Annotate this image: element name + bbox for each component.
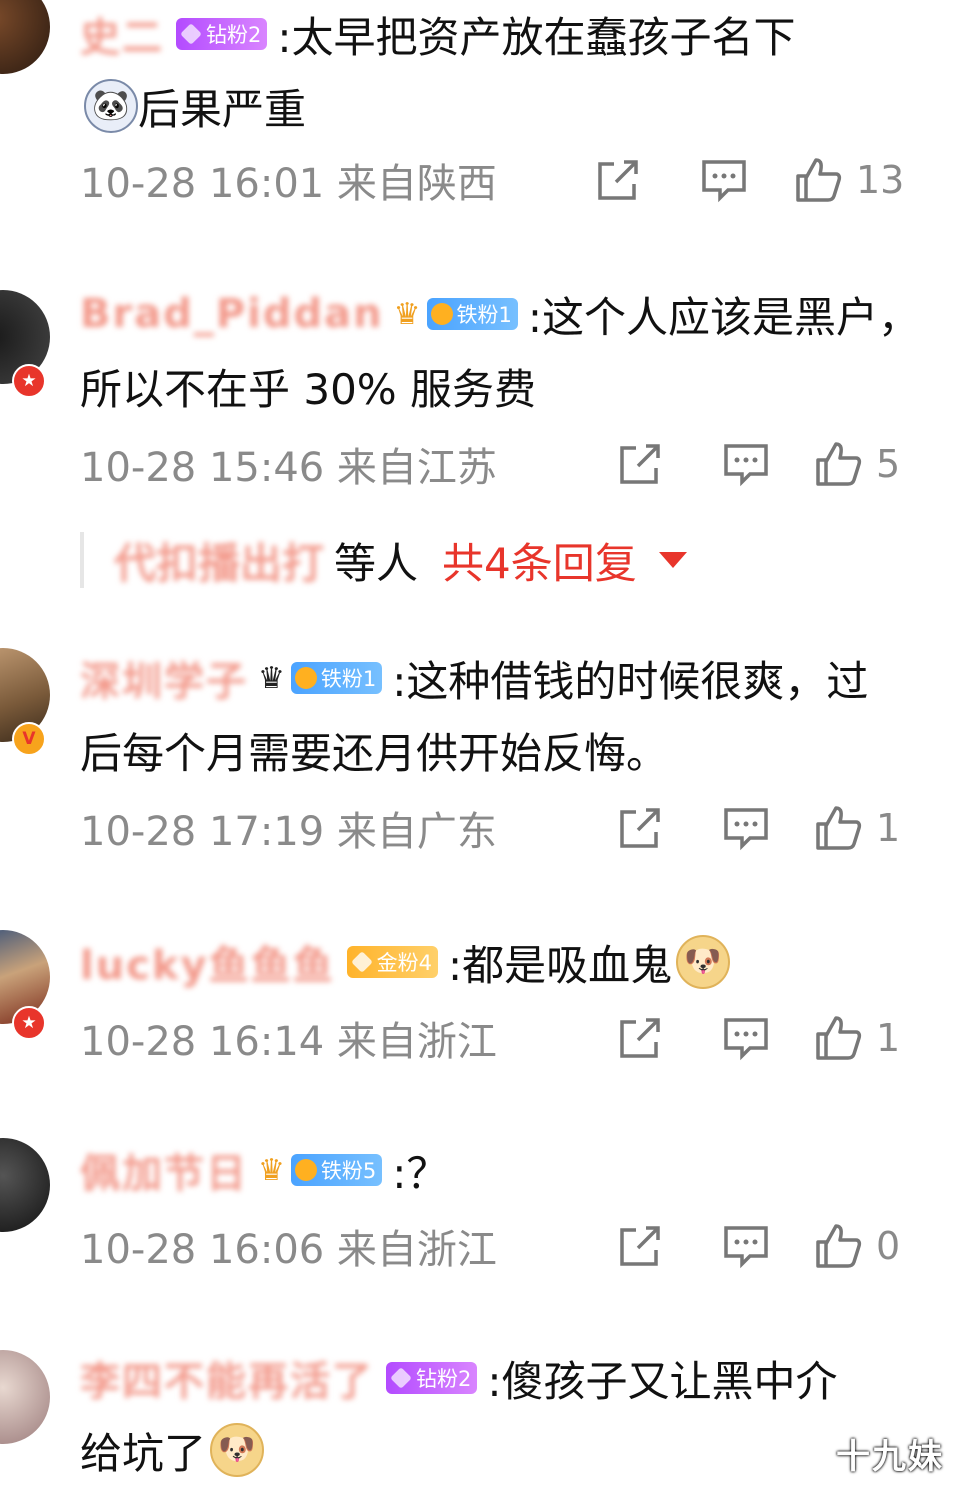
crown-icon: ♛ — [258, 1152, 285, 1188]
like-count: 0 — [876, 1224, 901, 1268]
comment-meta: 10-28 16:06 来自浙江 — [80, 1227, 497, 1273]
share-button[interactable] — [616, 436, 664, 492]
like-button[interactable]: 1 — [814, 800, 900, 856]
replies-expander[interactable]: 代扣播出打 等人 共4条回复 — [80, 528, 687, 592]
comment-meta: 10-28 16:01 来自陕西 — [80, 161, 497, 207]
like-count: 13 — [856, 158, 905, 202]
like-button[interactable]: 0 — [814, 1218, 900, 1274]
like-count: 5 — [876, 442, 901, 486]
fan-badge[interactable]: 钻粉2 — [386, 1362, 478, 1394]
share-icon — [620, 444, 660, 484]
share-icon — [598, 160, 638, 200]
crown-icon: ♛ — [258, 660, 285, 696]
panda-emoji-icon: 🐼 — [84, 79, 138, 133]
diamond-icon — [390, 1367, 412, 1389]
like-count: 1 — [876, 806, 901, 850]
comment-button[interactable] — [722, 436, 770, 492]
diamond-icon — [180, 23, 202, 45]
avatar[interactable] — [0, 1138, 50, 1232]
username[interactable]: 史二 — [80, 5, 164, 63]
comment-button[interactable] — [722, 800, 770, 856]
comment-button[interactable] — [722, 1218, 770, 1274]
comment-text: :？ — [392, 1148, 449, 1198]
comment-text: :都是吸血鬼 — [447, 940, 673, 990]
gold-fan-icon — [350, 951, 373, 973]
fan-badge[interactable]: 铁粉5 — [290, 1154, 383, 1186]
share-button[interactable] — [616, 1218, 664, 1274]
share-icon — [620, 1018, 660, 1058]
reply-count-link[interactable]: 共4条回复 — [442, 530, 637, 591]
avatar[interactable] — [0, 1350, 50, 1444]
share-icon — [620, 808, 660, 848]
username[interactable]: lucky鱼鱼鱼 — [80, 933, 335, 991]
comment-text-cont: 后果严重 — [138, 84, 307, 134]
comment-meta: 10-28 17:19 来自广东 — [80, 809, 497, 855]
comment-meta: 10-28 15:46 来自江苏 — [80, 445, 497, 491]
like-button[interactable]: 13 — [794, 152, 904, 208]
comment-text: :这种借钱的时候很爽，过 — [392, 656, 869, 706]
comment-icon — [724, 1018, 768, 1061]
fan-badge[interactable]: 金粉4 — [346, 946, 438, 978]
like-count: 1 — [876, 1016, 901, 1060]
caret-down-icon — [658, 552, 687, 568]
fan-badge[interactable]: 铁粉1 — [426, 298, 518, 330]
doge-emoji-icon: 🐶 — [210, 1423, 265, 1477]
comment-text-cont: 后每个月需要还月供开始反悔。 — [80, 728, 669, 778]
share-button[interactable] — [616, 1010, 664, 1066]
crown-icon: ♛ — [393, 296, 421, 332]
watermark: 十九妹 — [836, 1437, 944, 1477]
thumbs-up-icon — [816, 806, 862, 850]
username[interactable]: 深圳学子 — [80, 649, 248, 707]
username[interactable]: 李四不能再活了 — [80, 1349, 374, 1407]
comment-text-cont: 给坑了 — [80, 1428, 207, 1478]
share-icon — [620, 1226, 660, 1266]
avatar[interactable] — [0, 0, 50, 74]
comment-icon — [724, 444, 768, 487]
comment-icon — [724, 808, 768, 851]
comment-text: :太早把资产放在蠢孩子名下 — [277, 12, 796, 62]
verified-badge-icon: ★ — [12, 364, 46, 398]
thumbs-up-icon — [796, 158, 842, 202]
share-button[interactable] — [594, 152, 642, 208]
comment-text-cont: 所以不在乎 30% 服务费 — [80, 364, 537, 414]
like-button[interactable]: 5 — [814, 436, 900, 492]
verified-badge-icon: ★ — [12, 1006, 46, 1040]
fan-badge[interactable]: 钻粉2 — [176, 18, 268, 50]
reply-username[interactable]: 代扣播出打 — [114, 530, 324, 591]
thumbs-up-icon — [816, 442, 862, 486]
doge-emoji-icon: 🐶 — [676, 935, 731, 989]
iron-fan-icon — [430, 303, 453, 325]
comment-button[interactable] — [722, 1010, 770, 1066]
comment-text: :这个人应该是黑户， — [527, 292, 921, 342]
comment-icon — [702, 160, 746, 203]
reply-etc: 等人 — [334, 538, 419, 588]
thumbs-up-icon — [816, 1224, 862, 1268]
iron-fan-icon — [294, 667, 317, 689]
username[interactable]: 佩加节日 — [80, 1141, 248, 1199]
fan-badge[interactable]: 铁粉1 — [290, 662, 383, 694]
comment-button[interactable] — [700, 152, 748, 208]
share-button[interactable] — [616, 800, 664, 856]
comment-icon — [724, 1226, 768, 1269]
verified-v-badge-icon: V — [12, 722, 46, 756]
iron-fan-icon — [294, 1159, 317, 1181]
comment-meta: 10-28 16:14 来自浙江 — [80, 1019, 497, 1065]
comment-text: :傻孩子又让黑中介 — [487, 1356, 838, 1406]
username[interactable]: Brad_Piddan — [80, 291, 384, 337]
thumbs-up-icon — [816, 1016, 862, 1060]
like-button[interactable]: 1 — [814, 1010, 900, 1066]
reply-divider — [80, 532, 84, 588]
